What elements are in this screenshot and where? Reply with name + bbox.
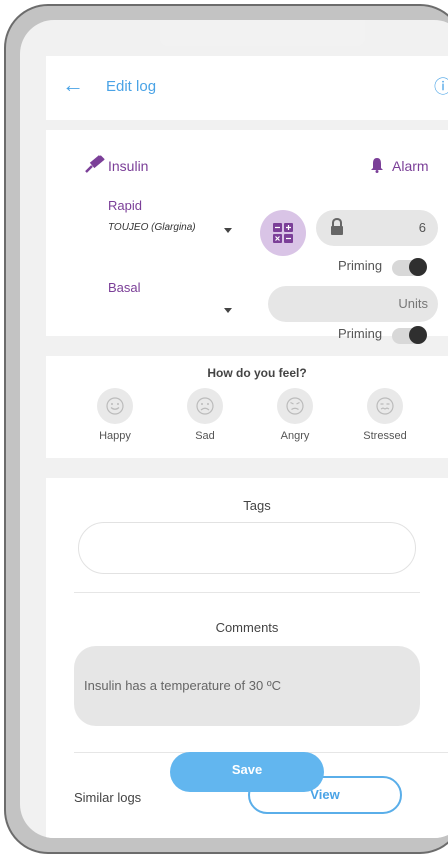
back-arrow-icon[interactable]: ← [62,72,84,98]
header-bar: ← Edit log ⓘ [46,56,448,120]
mood-label: Sad [195,430,215,442]
mood-label: Angry [280,430,310,442]
chevron-down-icon[interactable] [224,228,232,233]
mood-label: Stressed [363,430,407,442]
feel-title: How do you feel? [207,366,307,380]
priming-label: Priming [338,258,383,273]
page-title: Edit log [106,78,157,95]
bell-icon[interactable] [370,157,384,178]
priming-label: Priming [338,326,383,341]
rapid-label: Rapid [108,198,142,213]
insulin-section-label: Insulin [108,158,149,174]
divider [74,592,420,593]
basal-units-placeholder: Units [398,296,428,311]
view-button-label: View [310,787,340,802]
mood-angry[interactable]: Angry [250,388,340,442]
save-button-label: Save [231,762,263,777]
phone-frame: ← Edit log ⓘ Insulin Alarm Rapid TOUJEO … [4,4,448,854]
tags-label: Tags [243,498,271,513]
rapid-units-field[interactable]: 6 [316,210,438,246]
mood-label: Happy [99,430,131,442]
sad-face-icon [187,388,223,424]
mood-stressed[interactable]: Stressed [340,388,430,442]
comments-label: Comments [215,620,279,635]
mood-happy[interactable]: Happy [70,388,160,442]
basal-units-field[interactable]: Units [268,286,438,322]
lock-icon [330,217,344,241]
stressed-face-icon [367,388,403,424]
app-screen: ← Edit log ⓘ Insulin Alarm Rapid TOUJEO … [20,20,448,838]
basal-label: Basal [108,280,141,295]
priming-toggle[interactable] [392,326,427,344]
info-icon[interactable]: ⓘ [434,73,448,99]
rapid-insulin-select[interactable]: TOUJEO (Glargina) [108,222,196,233]
toggle-knob [409,258,427,276]
priming-toggle[interactable] [392,258,427,276]
save-button[interactable]: Save [170,752,324,792]
calculator-icon[interactable] [260,210,306,256]
comments-textarea[interactable]: Insulin has a temperature of 30 ºC [74,646,420,726]
angry-face-icon [277,388,313,424]
comments-value: Insulin has a temperature of 30 ºC [84,678,281,693]
toggle-knob [409,326,427,344]
mood-sad[interactable]: Sad [160,388,250,442]
tags-input[interactable] [78,522,416,574]
syringe-icon [84,154,106,179]
details-card: Tags Comments Insulin has a temperature … [46,478,448,838]
chevron-down-icon[interactable] [224,308,232,313]
rapid-units-value: 6 [418,220,426,235]
camera-notch [160,20,365,46]
alarm-button[interactable]: Alarm [392,158,429,174]
insulin-card: Insulin Alarm Rapid TOUJEO (Glargina) 6 … [46,130,448,344]
happy-face-icon [97,388,133,424]
similar-logs-label: Similar logs [74,790,142,805]
feel-card: How do you feel? Happy Sad Angry Stresse… [46,356,448,458]
